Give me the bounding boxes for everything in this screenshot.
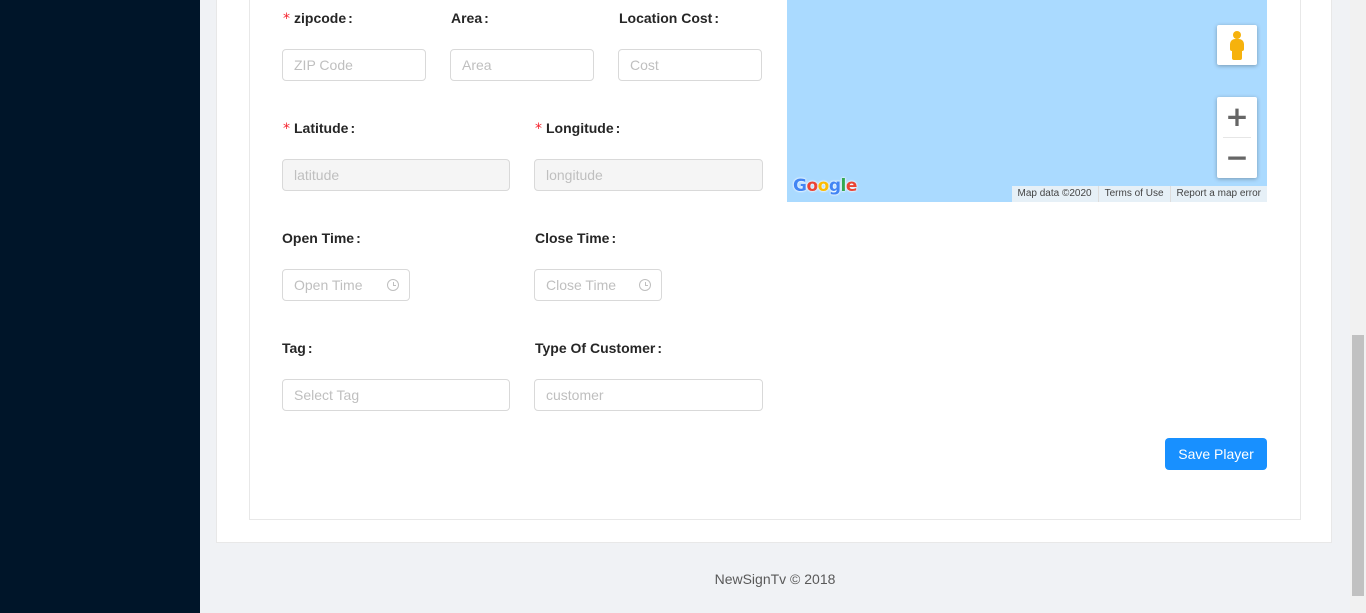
pegman-legs — [1232, 50, 1242, 60]
customer-type-label: Type Of Customer: — [535, 340, 662, 356]
latitude-label: * Latitude: — [283, 120, 355, 137]
footer-copyright: NewSignTv © 2018 — [714, 571, 836, 587]
longitude-label-text: Longitude — [546, 120, 614, 136]
close-time-label-text: Close Time — [535, 230, 610, 246]
latitude-input — [282, 159, 510, 191]
label-colon: : — [307, 340, 313, 356]
clock-icon — [387, 279, 399, 291]
label-colon: : — [356, 230, 361, 246]
save-player-button[interactable]: Save Player — [1165, 438, 1267, 470]
longitude-label: * Longitude: — [535, 120, 620, 137]
customer-type-label-text: Type Of Customer — [535, 340, 656, 356]
pegman-icon — [1233, 31, 1241, 39]
open-time-label: Open Time: — [282, 230, 361, 246]
close-time-label: Close Time: — [535, 230, 616, 246]
zoom-in-button[interactable]: + — [1217, 97, 1257, 137]
vertical-scrollbar[interactable] — [1350, 0, 1366, 613]
report-map-error-link[interactable]: Report a map error — [1169, 186, 1267, 202]
google-logo[interactable]: Google — [793, 176, 857, 196]
tag-select-placeholder: Select Tag — [294, 387, 360, 403]
latitude-label-text: Latitude — [294, 120, 349, 136]
required-mark: * — [283, 121, 290, 137]
longitude-input — [534, 159, 763, 191]
location-cost-label-text: Location Cost — [619, 10, 713, 26]
scrollbar-thumb[interactable] — [1352, 335, 1364, 596]
clock-icon — [639, 279, 651, 291]
terms-of-use-link[interactable]: Terms of Use — [1097, 186, 1170, 202]
close-time-picker[interactable]: Close Time — [534, 269, 662, 301]
zoom-out-button[interactable]: − — [1217, 138, 1257, 178]
label-colon: : — [615, 120, 621, 136]
label-colon: : — [484, 10, 489, 26]
label-colon: : — [350, 120, 356, 136]
open-time-placeholder: Open Time — [294, 277, 363, 293]
zoom-control: + − — [1217, 97, 1257, 178]
tag-label: Tag: — [282, 340, 313, 356]
google-map[interactable]: + − Google Map data ©2020 Terms of Use R… — [787, 0, 1267, 202]
zipcode-input[interactable] — [282, 49, 426, 81]
zipcode-label-text: zipcode — [294, 10, 347, 26]
location-cost-label: Location Cost: — [619, 10, 719, 26]
open-time-picker[interactable]: Open Time — [282, 269, 410, 301]
label-colon: : — [348, 10, 353, 26]
label-colon: : — [611, 230, 617, 246]
area-input[interactable] — [450, 49, 594, 81]
label-colon: : — [657, 340, 662, 356]
location-cost-input[interactable] — [618, 49, 762, 81]
close-time-placeholder: Close Time — [546, 277, 617, 293]
zipcode-label: * zipcode: — [283, 10, 353, 27]
customer-type-input[interactable] — [534, 379, 763, 411]
area-label: Area: — [451, 10, 489, 26]
required-mark: * — [535, 121, 542, 137]
sidebar — [0, 0, 200, 613]
street-view-pegman-button[interactable] — [1217, 25, 1257, 65]
map-data-attribution: Map data ©2020 — [1017, 188, 1092, 199]
tag-select[interactable]: Select Tag — [282, 379, 510, 411]
area-label-text: Area — [451, 10, 483, 26]
open-time-label-text: Open Time — [282, 230, 355, 246]
tag-label-text: Tag — [282, 340, 306, 356]
label-colon: : — [714, 10, 720, 26]
map-footer: Map data ©2020 Terms of Use Report a map… — [1011, 186, 1267, 202]
required-mark: * — [283, 11, 290, 27]
